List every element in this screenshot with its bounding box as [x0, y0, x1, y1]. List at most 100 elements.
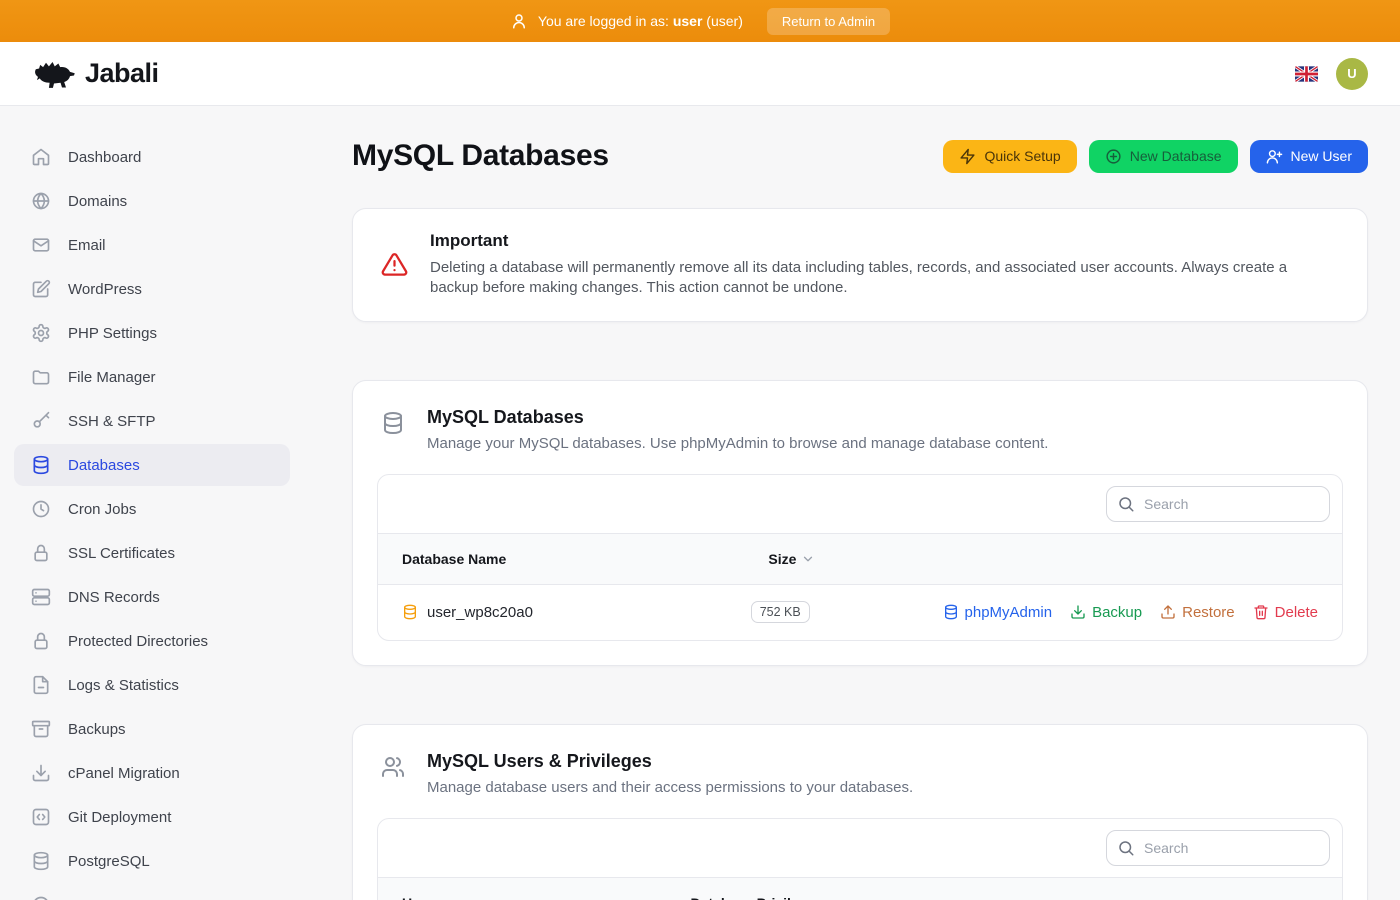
new-user-button[interactable]: New User — [1250, 140, 1368, 173]
sidebar-item-file-manager[interactable]: File Manager — [14, 356, 290, 398]
column-database-privileges: Database Privileges — [691, 895, 823, 900]
sidebar-item-cpanel-migration[interactable]: cPanel Migration — [14, 752, 290, 794]
globe-icon — [31, 191, 51, 211]
database-name-cell: user_wp8c20a0 — [402, 604, 751, 621]
quick-setup-button[interactable]: Quick Setup — [943, 140, 1076, 173]
backup-action[interactable]: Backup — [1070, 604, 1142, 621]
sidebar-item-ssh-sftp[interactable]: SSH & SFTP — [14, 400, 290, 442]
sidebar-item-ssl-certificates[interactable]: SSL Certificates — [14, 532, 290, 574]
chevron-down-icon — [801, 552, 815, 566]
sidebar-item-git-deployment[interactable]: Git Deployment — [14, 796, 290, 838]
sidebar-nav: Dashboard Domains Email WordPress PHP Settin… — [0, 106, 304, 900]
home-icon — [31, 147, 51, 167]
logged-in-message: You are logged in as: user (user) — [510, 12, 743, 30]
sidebar-item-label: Backups — [68, 721, 126, 738]
sidebar-item-label: DNS Records — [68, 589, 160, 606]
databases-table-header: Database Name Size — [378, 533, 1342, 585]
database-icon — [31, 851, 51, 871]
sidebar-item-php-settings[interactable]: PHP Settings — [14, 312, 290, 354]
databases-table-body: user_wp8c20a0752 KB phpMyAdmin Backup Resto… — [378, 585, 1342, 640]
sidebar-item-dashboard[interactable]: Dashboard — [14, 136, 290, 178]
sidebar-item-label: Domains — [68, 193, 127, 210]
logged-in-username: user — [673, 13, 703, 29]
sidebar-item-protected-directories[interactable]: Protected Directories — [14, 620, 290, 662]
user-icon — [510, 12, 528, 30]
sidebar-item-backups[interactable]: Backups — [14, 708, 290, 750]
user-plus-icon — [1266, 148, 1283, 165]
folder-icon — [31, 367, 51, 387]
sidebar-item-label: SSH & SFTP — [68, 413, 156, 430]
database-icon — [943, 604, 959, 620]
sidebar-item-databases[interactable]: Databases — [14, 444, 290, 486]
app-header: Jabali U — [0, 42, 1400, 106]
databases-section-title: MySQL Databases — [427, 407, 1048, 428]
sidebar-item-postgresql[interactable]: PostgreSQL — [14, 840, 290, 882]
databases-table-container: Database Name Size user_wp8c20a0752 KB ph… — [377, 474, 1343, 641]
delete-action[interactable]: Delete — [1253, 604, 1318, 621]
users-card: MySQL Users & Privileges Manage database… — [352, 724, 1368, 900]
brand-logo[interactable]: Jabali — [32, 58, 159, 90]
return-to-admin-button[interactable]: Return to Admin — [767, 8, 890, 35]
sidebar-item-logs-statistics[interactable]: Logs & Statistics — [14, 664, 290, 706]
download-icon — [31, 763, 51, 783]
trash-icon — [1253, 604, 1269, 620]
sidebar-item-label: SSL Certificates — [68, 545, 175, 562]
logged-in-role: (user) — [706, 13, 743, 29]
lock-icon — [31, 543, 51, 563]
database-icon — [31, 455, 51, 475]
sidebar-item-label: Databases — [68, 457, 140, 474]
warning-body: Deleting a database will permanently rem… — [430, 258, 1339, 299]
language-flag-icon[interactable] — [1295, 66, 1318, 82]
avatar[interactable]: U — [1336, 58, 1368, 90]
databases-search — [1106, 486, 1330, 522]
column-database-name: Database Name — [402, 551, 768, 567]
users-search — [1106, 830, 1330, 866]
table-row: user_wp8c20a0752 KB phpMyAdmin Backup Resto… — [378, 585, 1342, 640]
phpmyadmin-action[interactable]: phpMyAdmin — [943, 604, 1053, 621]
server-icon — [31, 587, 51, 607]
sidebar-item-label: Dashboard — [68, 149, 141, 166]
archive-icon — [31, 719, 51, 739]
mail-icon — [31, 235, 51, 255]
databases-search-input[interactable] — [1106, 486, 1330, 522]
edit-icon — [31, 279, 51, 299]
main-content: MySQL Databases Quick Setup New Database… — [304, 106, 1400, 900]
sidebar-item-wordpress[interactable]: WordPress — [14, 268, 290, 310]
sidebar-item-label: Protected Directories — [68, 633, 208, 650]
sidebar-item-label: File Manager — [68, 369, 156, 386]
size-badge: 752 KB — [751, 601, 810, 623]
database-size-cell: 752 KB — [751, 601, 943, 623]
plus-circle-icon — [1105, 148, 1122, 165]
sidebar-item-label: Git Deployment — [68, 809, 171, 826]
sidebar-item-cron-jobs[interactable]: Cron Jobs — [14, 488, 290, 530]
database-icon — [381, 411, 405, 435]
users-table-container: User Database Privileges — [377, 818, 1343, 900]
sidebar-item-label: PHP Settings — [68, 325, 157, 342]
databases-section-subtitle: Manage your MySQL databases. Use phpMyAd… — [427, 435, 1048, 452]
zap-icon — [959, 148, 976, 165]
new-database-button[interactable]: New Database — [1089, 140, 1238, 173]
file-text-icon — [31, 675, 51, 695]
users-icon — [381, 755, 405, 779]
upload-icon — [1160, 604, 1176, 620]
gear-icon — [31, 323, 51, 343]
sidebar-item-label: Logs & Statistics — [68, 677, 179, 694]
sidebar-item-email[interactable]: Email — [14, 224, 290, 266]
databases-card: MySQL Databases Manage your MySQL databa… — [352, 380, 1368, 666]
sidebar-item-label: Cron Jobs — [68, 501, 136, 518]
search-icon — [1117, 495, 1135, 513]
sidebar-item-domains[interactable]: Domains — [14, 180, 290, 222]
sidebar-item-label: Email — [68, 237, 106, 254]
alert-triangle-icon — [381, 251, 408, 278]
restore-action[interactable]: Restore — [1160, 604, 1235, 621]
column-size-sort[interactable]: Size — [768, 551, 815, 567]
sidebar-item-label: WordPress — [68, 281, 142, 298]
users-search-input[interactable] — [1106, 830, 1330, 866]
sidebar-item-dns-records[interactable]: DNS Records — [14, 576, 290, 618]
sidebar-item-partial[interactable] — [14, 884, 290, 900]
column-user: User — [402, 895, 691, 900]
key-icon — [31, 411, 51, 431]
brand-name: Jabali — [85, 58, 159, 89]
logged-in-prefix: You are logged in as: — [538, 13, 669, 29]
search-icon — [1117, 839, 1135, 857]
